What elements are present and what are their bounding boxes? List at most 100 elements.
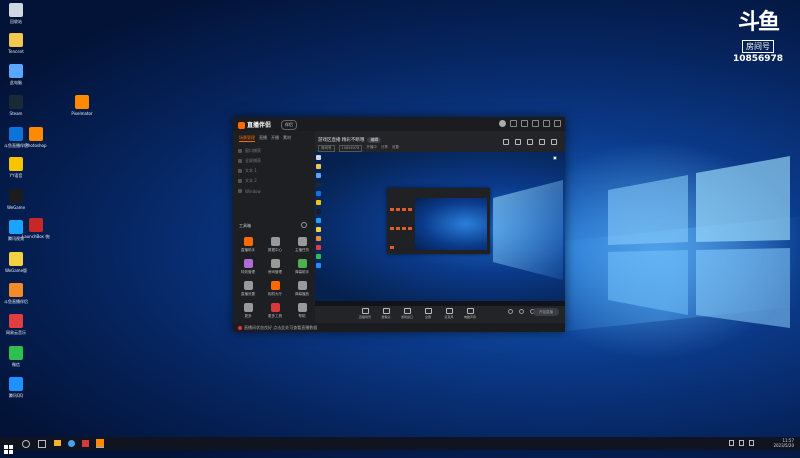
desktop-icon-image — [9, 64, 23, 78]
tool-item[interactable]: 直播设置 — [236, 281, 260, 297]
desktop-icon[interactable]: 网易云音乐 — [2, 314, 30, 336]
left-tab[interactable]: 素材 — [283, 135, 291, 142]
menu-icon[interactable] — [532, 120, 539, 127]
preview-desktop-icon — [316, 173, 321, 178]
tool-item[interactable]: 特效管理 — [236, 259, 260, 275]
status-text[interactable]: 直播间状态良好 点击此处可查看直播数据 — [244, 325, 317, 330]
desktop-icon[interactable]: LaunchBox 快捷方式 — [22, 218, 50, 240]
tool-item[interactable]: 更多 — [236, 303, 260, 319]
control-button[interactable]: 游戏窗口 — [399, 306, 415, 319]
desktop-icon[interactable]: WeGame — [2, 189, 30, 210]
app-red-icon[interactable] — [82, 440, 89, 447]
control-button[interactable]: 麦克风 — [441, 306, 457, 319]
room-sub-item[interactable]: 分享 — [381, 145, 388, 152]
tray-icons — [729, 440, 754, 446]
file-explorer-icon[interactable] — [54, 440, 61, 446]
volume-icon[interactable] — [519, 309, 524, 314]
desktop-icon-label: WeGame版 — [4, 268, 28, 273]
share-icon[interactable] — [551, 139, 557, 145]
control-label: 全屏 — [424, 315, 431, 319]
edit-pill[interactable]: 编辑 — [367, 137, 382, 143]
control-icon — [361, 308, 369, 314]
desktop-icon-image — [9, 3, 23, 17]
tool-item[interactable]: 直播助手 — [236, 237, 260, 253]
desktop-icon[interactable]: WeGame版 — [2, 252, 30, 274]
record-icon[interactable] — [515, 139, 521, 145]
desktop-icon[interactable]: 此电脑 — [2, 64, 30, 86]
left-panel: 场景管理 直播 开播 素材 窗口捕获 全屏捕获 文本 1 文本 2 Window 工具箱 直播… — [233, 131, 315, 323]
volume-tray-icon[interactable] — [739, 440, 744, 446]
desktop-icon[interactable]: 微信 — [2, 346, 30, 368]
start-icon[interactable] — [4, 439, 13, 454]
skin-icon[interactable] — [521, 120, 528, 127]
brand-tag[interactable]: 伴侣 — [281, 120, 297, 130]
desktop-icon[interactable]: 腾讯QQ — [2, 377, 30, 399]
control-button[interactable]: 摄像头 — [378, 306, 394, 319]
desktop-icon[interactable]: Steam — [2, 95, 30, 116]
desktop-icon-label: Pixelmator — [71, 111, 93, 116]
app-titlebar[interactable]: 直播伴侣 伴侣 — [233, 117, 565, 131]
streaming-app-taskbar-icon[interactable] — [96, 439, 104, 448]
tool-item[interactable]: 更多工具 — [263, 303, 287, 319]
preview-desktop-icon — [316, 227, 321, 232]
gear-icon[interactable] — [301, 222, 307, 228]
ime-icon[interactable] — [749, 440, 754, 446]
desktop-icon-label: 回收站 — [10, 19, 22, 24]
tool-icon — [297, 303, 307, 312]
source-item[interactable]: 全屏捕获 — [238, 156, 310, 166]
desktop-icon[interactable]: Photoshop — [22, 127, 50, 148]
source-label: 文本 1 — [245, 168, 257, 173]
tool-item[interactable]: 弹幕助手 — [290, 259, 314, 275]
app-brand: 直播伴侣 — [238, 120, 271, 129]
left-tab[interactable]: 直播 — [259, 135, 267, 142]
preview-desktop-icon — [316, 155, 321, 160]
layout-icon[interactable] — [539, 139, 545, 145]
tool-item[interactable]: 房间管理 — [263, 259, 287, 275]
tool-item[interactable]: 弹幕播放 — [290, 281, 314, 297]
room-sub-item[interactable]: 设置 — [392, 145, 399, 152]
control-button[interactable]: 直播场景 — [357, 306, 373, 319]
task-view-icon[interactable] — [38, 440, 46, 448]
desktop-icon[interactable]: YY语音 — [2, 157, 30, 179]
network-icon[interactable] — [729, 440, 734, 446]
tool-item[interactable]: 帮助 — [290, 303, 314, 319]
search-icon[interactable] — [22, 440, 30, 448]
left-tab[interactable]: 开播 — [271, 135, 279, 142]
desktop-icon[interactable]: 回收站 — [2, 3, 30, 25]
camera-icon[interactable] — [508, 309, 513, 314]
source-item[interactable]: Window — [238, 186, 310, 196]
preview-desktop-icon — [316, 254, 321, 259]
fullscreen-icon[interactable] — [527, 139, 533, 145]
clock[interactable]: 11:57 2023/5/20 — [773, 438, 794, 448]
minimize-icon[interactable] — [543, 120, 550, 127]
desktop-icon[interactable]: Pixelmator — [68, 95, 96, 116]
douyu-watermark: 斗鱼 房间号 10856978 — [730, 12, 786, 65]
mail-icon[interactable] — [510, 120, 517, 127]
left-tab[interactable]: 场景管理 — [239, 135, 255, 142]
control-button[interactable]: 全屏 — [420, 306, 436, 319]
control-button[interactable]: 电脑声音 — [462, 306, 478, 319]
tool-icon — [297, 237, 307, 246]
screenshot-icon[interactable] — [503, 139, 509, 145]
tool-label: 相机大厅 — [268, 292, 282, 296]
start-live-button[interactable]: 开始直播 — [533, 308, 559, 316]
desktop-icon-image — [9, 314, 23, 328]
browser-icon[interactable] — [68, 440, 75, 447]
stream-preview[interactable]: ▣ — [315, 152, 565, 306]
source-item[interactable]: 文本 2 — [238, 176, 310, 186]
close-icon[interactable] — [554, 120, 561, 127]
tool-item[interactable]: 主播任务 — [290, 237, 314, 253]
tool-item[interactable]: 数据中心 — [263, 237, 287, 253]
desktop-icon-label: YY语音 — [9, 173, 23, 178]
desktop-icon-image — [9, 127, 23, 141]
room-title: 游戏区直播 精彩不断哦 编辑 — [318, 137, 382, 143]
nested-preview-window — [387, 188, 490, 254]
windows-logo-wallpaper — [608, 156, 790, 328]
desktop-icon[interactable]: Tencent — [2, 33, 30, 54]
source-item[interactable]: 文本 1 — [238, 166, 310, 176]
tool-item[interactable]: 相机大厅 — [263, 281, 287, 297]
desktop-icon[interactable]: 斗鱼直播伴侣 — [2, 283, 30, 305]
avatar[interactable] — [499, 120, 506, 127]
source-item[interactable]: 窗口捕获 — [238, 146, 310, 156]
tool-label: 弹幕助手 — [295, 270, 309, 274]
